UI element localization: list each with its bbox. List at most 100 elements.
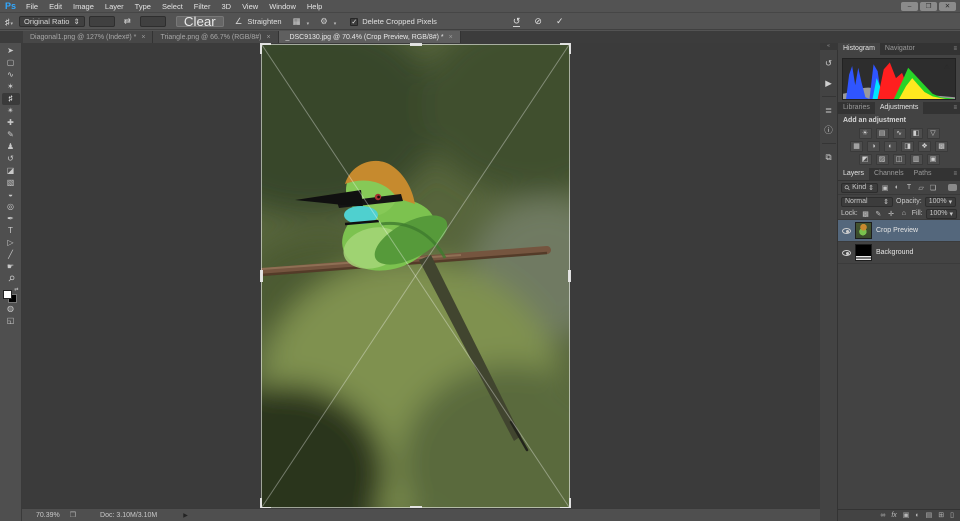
menu-layer[interactable]: Layer [105,2,124,11]
brightness-contrast-icon[interactable]: ☀ [859,128,872,139]
pen-tool[interactable]: ✒ [2,213,20,225]
add-layer-mask-icon[interactable]: ▣ [903,510,910,521]
color-lookup-icon[interactable]: ▩ [935,141,948,152]
status-flyout-icon[interactable]: ▶ [183,512,188,519]
shape-tool[interactable]: ╱ [2,249,20,261]
history-panel-icon[interactable]: ↺ [822,56,836,70]
tab-paths[interactable]: Paths [909,168,937,180]
gradient-map-icon[interactable]: ▥ [910,154,923,165]
menu-type[interactable]: Type [135,2,151,11]
path-selection-tool[interactable]: ▷ [2,237,20,249]
tab-layers[interactable]: Layers [838,168,869,180]
tab-libraries[interactable]: Libraries [838,102,875,114]
menu-edit[interactable]: Edit [49,2,62,11]
menu-3d[interactable]: 3D [221,2,231,11]
zoom-tool[interactable]: ⚲ [2,273,20,285]
menu-image[interactable]: Image [73,2,94,11]
curves-icon[interactable]: ∿ [893,128,906,139]
spot-healing-tool[interactable]: ✚ [2,117,20,129]
filter-adjustment-layers-icon[interactable]: ◐ [892,184,902,191]
swap-colors-icon[interactable]: ⇄ [14,288,18,293]
menu-window[interactable]: Window [269,2,296,11]
menu-filter[interactable]: Filter [194,2,211,11]
hue-saturation-icon[interactable]: ▦ [850,141,863,152]
menu-select[interactable]: Select [162,2,183,11]
panel-menu-icon[interactable]: ≡ [953,102,960,114]
type-tool[interactable]: T [2,225,20,237]
dodge-tool[interactable]: ◎ [2,201,20,213]
gradient-tool[interactable]: ▧ [2,177,20,189]
tab-channels[interactable]: Channels [869,168,909,180]
tab-triangle[interactable]: Triangle.png @ 66.7% (RGB/8#) × [153,31,278,43]
tab-diagonal1[interactable]: Diagonal1.png @ 127% (Index#) * × [23,31,153,43]
link-layers-icon[interactable]: ∞ [880,510,885,521]
clear-button[interactable]: Clear [176,16,224,27]
tab-navigator[interactable]: Navigator [880,43,920,55]
color-balance-icon[interactable]: ◑ [867,141,880,152]
opacity-field[interactable]: 100% ▾ [925,197,956,207]
tab-adjustments[interactable]: Adjustments [875,102,924,114]
new-layer-icon[interactable]: ⊞ [938,510,944,521]
eyedropper-tool[interactable]: ✴ [2,105,20,117]
menu-view[interactable]: View [242,2,258,11]
layer-row-background[interactable]: Background [838,242,960,264]
hand-tool[interactable]: ☛ [2,261,20,273]
visibility-eye-icon[interactable] [842,228,851,234]
magic-wand-tool[interactable]: ✶ [2,81,20,93]
filter-shape-layers-icon[interactable]: ▱ [916,184,926,192]
lock-transparent-icon[interactable]: ▩ [861,210,871,218]
commit-crop-button[interactable]: ✓ [556,16,564,27]
close-tab-icon[interactable]: × [266,34,270,41]
restore-button[interactable]: ❐ [920,2,937,11]
crop-tool[interactable]: ♯ [2,93,20,105]
new-adjustment-layer-icon[interactable]: ◐ [915,510,919,521]
tool-preset-caret-icon[interactable]: ▾ [11,21,14,27]
lock-position-icon[interactable]: ✛ [886,210,896,218]
close-tab-icon[interactable]: × [141,34,145,41]
exposure-icon[interactable]: ◧ [910,128,923,139]
lock-pixels-icon[interactable]: ✎ [873,210,883,218]
panel-menu-icon[interactable]: ≡ [953,168,960,180]
zoom-level-field[interactable]: 70.39% [36,512,60,519]
clone-stamp-tool[interactable]: ♟ [2,141,20,153]
straighten-button[interactable]: Straighten [247,17,281,26]
filter-pixel-layers-icon[interactable]: ▣ [880,184,890,192]
quick-mask-button[interactable]: ◍ [2,303,20,315]
fill-field[interactable]: 100% ▾ [926,209,957,219]
channel-mixer-icon[interactable]: ❖ [918,141,931,152]
photo-filter-icon[interactable]: ◨ [901,141,914,152]
photo-document[interactable] [261,44,570,508]
brush-tool[interactable]: ✎ [2,129,20,141]
blur-tool[interactable]: ◒ [2,189,20,201]
screen-mode-button[interactable]: ◱ [2,315,20,327]
blend-mode-select[interactable]: Normal ⇕ [841,197,893,207]
cached-data-warning-icon[interactable]: ⚠ [944,63,950,71]
foreground-color-swatch[interactable] [3,290,12,299]
selective-color-icon[interactable]: ▣ [927,154,940,165]
crop-height-input[interactable] [140,16,166,27]
tab-dsc9130[interactable]: _DSC9130.jpg @ 70.4% (Crop Preview, RGB/… [279,31,461,43]
threshold-icon[interactable]: ◫ [893,154,906,165]
crop-width-input[interactable] [89,16,115,27]
vibrance-icon[interactable]: ▽ [927,128,940,139]
close-button[interactable]: ✕ [939,2,956,11]
visibility-eye-icon[interactable] [842,250,851,256]
eraser-tool[interactable]: ◪ [2,165,20,177]
info-panel-icon[interactable]: ⓘ [822,123,836,137]
clone-source-panel-icon[interactable]: ⧉ [822,150,836,164]
menu-file[interactable]: File [26,2,38,11]
filter-type-layers-icon[interactable]: T [904,184,914,191]
aspect-ratio-select[interactable]: Original Ratio ⇕ [19,16,85,27]
levels-icon[interactable]: ▤ [876,128,889,139]
panel-menu-icon[interactable]: ≡ [953,43,960,55]
layer-row-crop-preview[interactable]: Crop Preview [838,220,960,242]
layer-thumbnail[interactable] [855,244,872,261]
cancel-crop-button[interactable]: ⊘ [534,16,542,27]
delete-cropped-pixels-checkbox[interactable]: ✓ [350,18,358,26]
delete-layer-icon[interactable]: ▯ [950,510,954,521]
expand-panels-button[interactable]: « [820,43,838,50]
minimize-button[interactable]: – [901,2,918,11]
layer-filter-toggle[interactable] [948,184,957,191]
canvas-area[interactable] [22,43,820,508]
tab-histogram[interactable]: Histogram [838,43,880,55]
